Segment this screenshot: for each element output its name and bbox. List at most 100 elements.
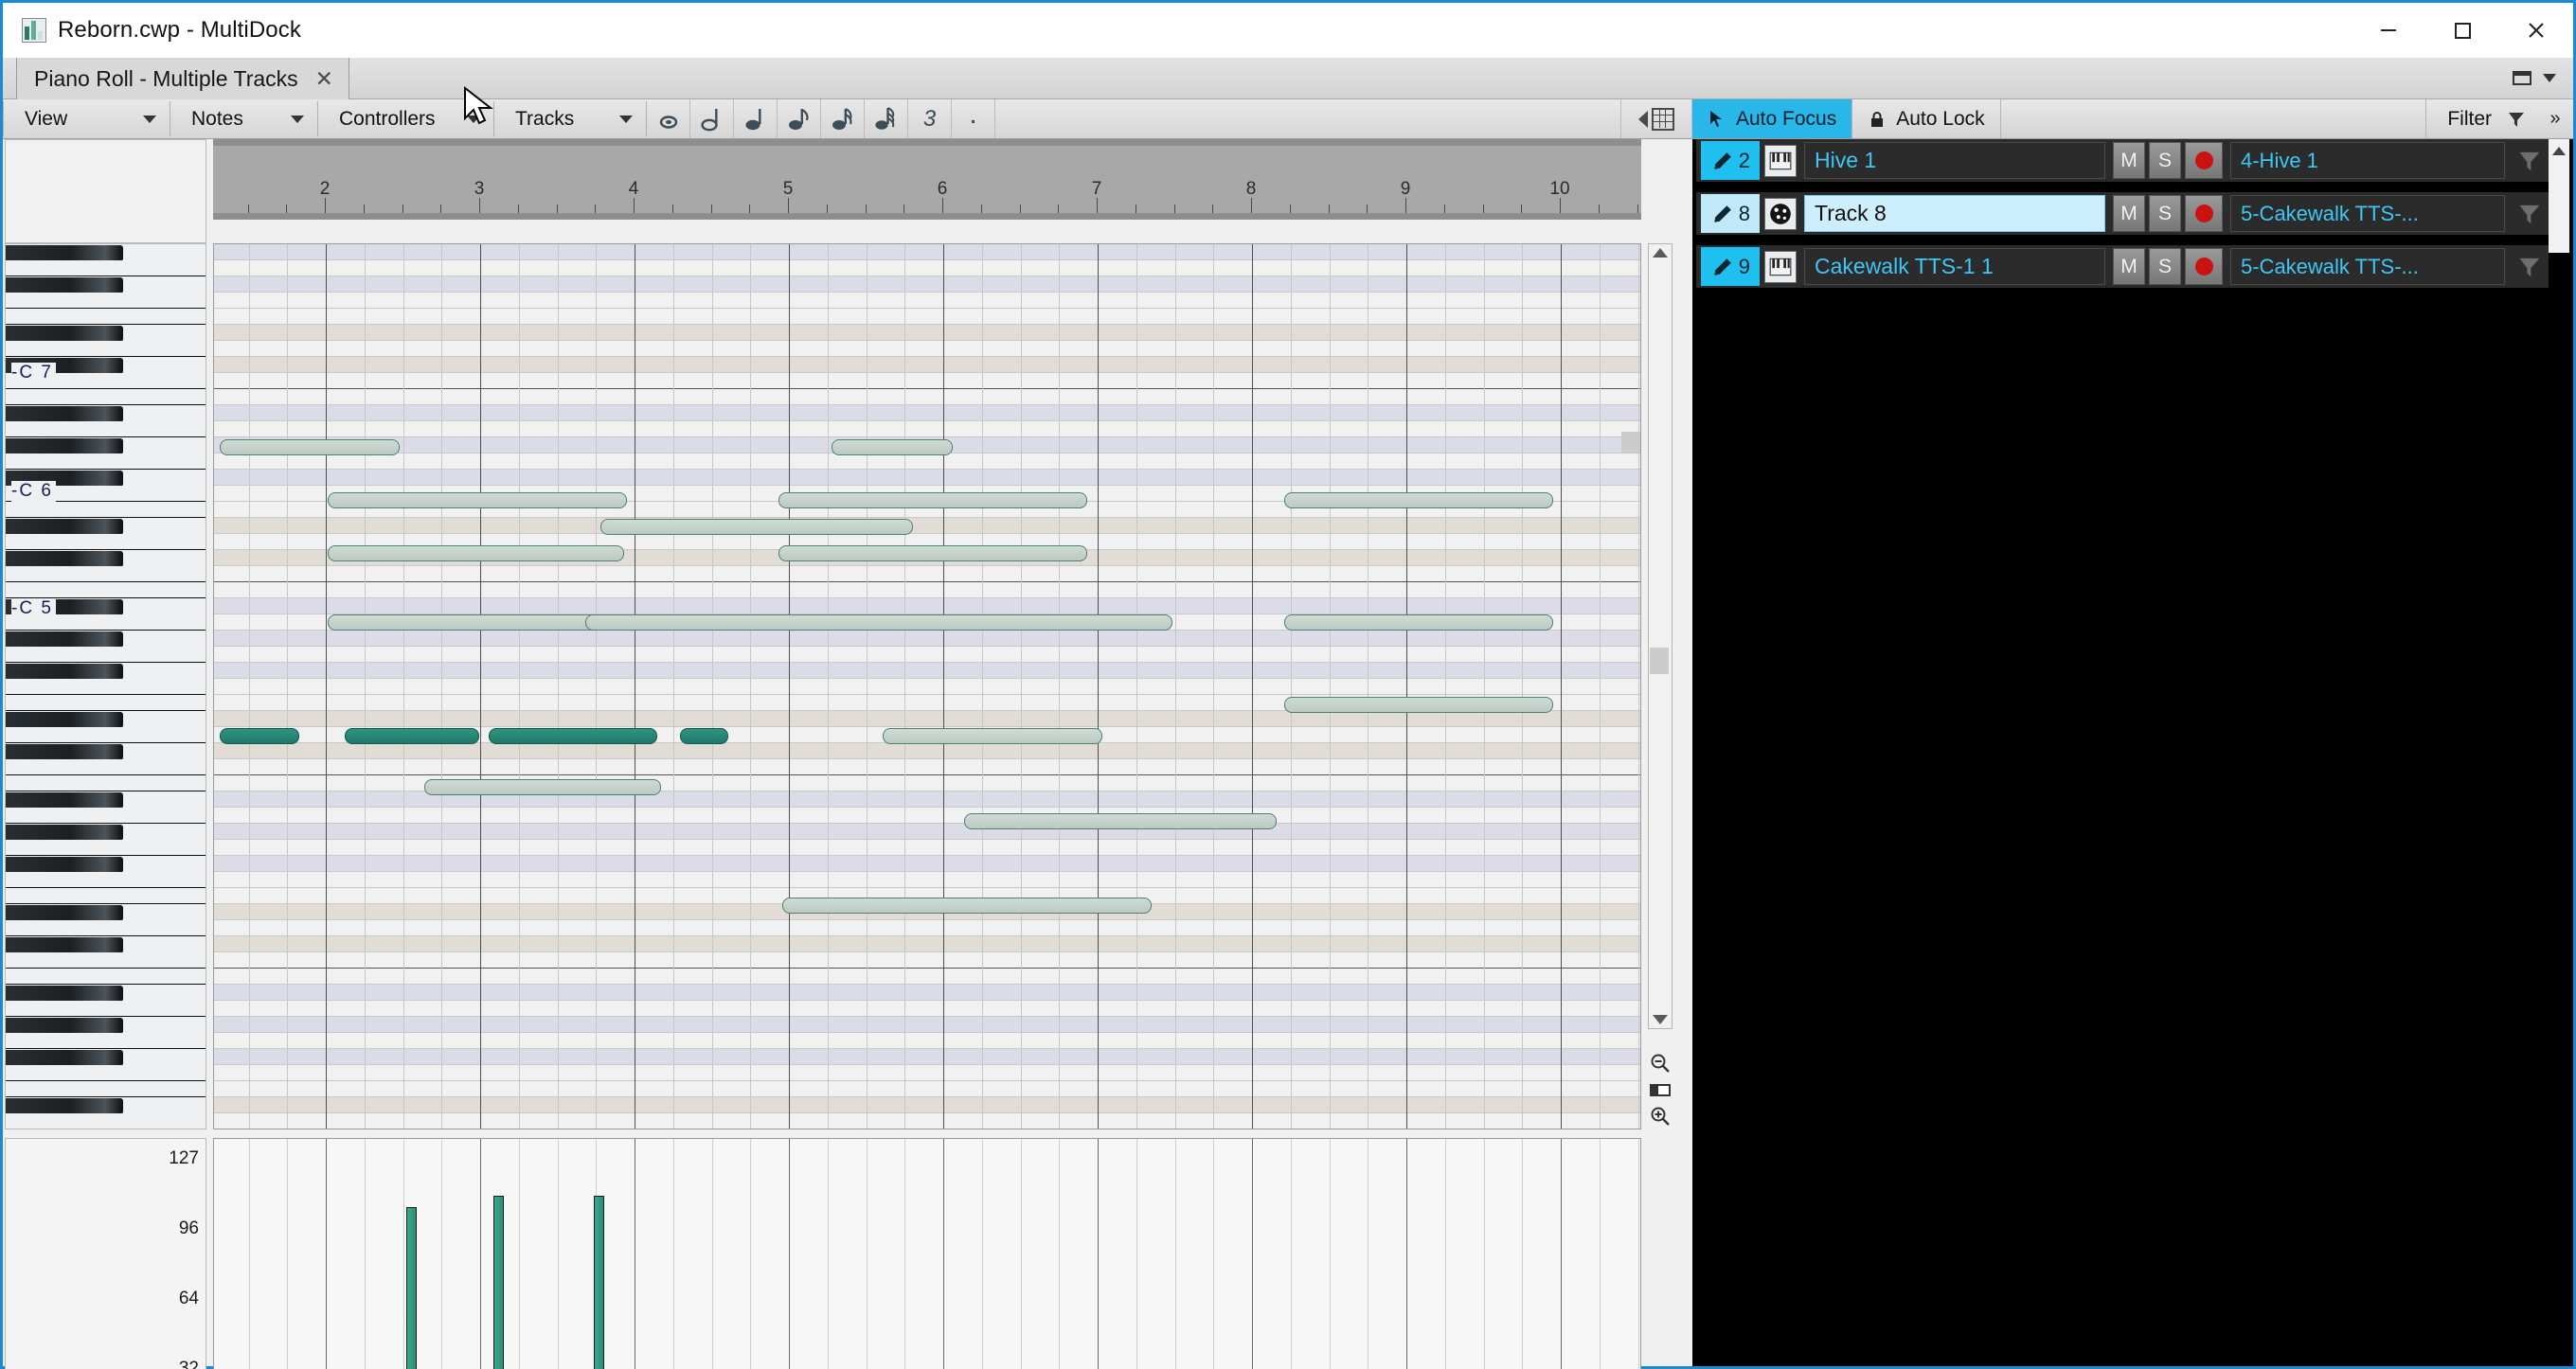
track-row[interactable]: 9 Cakewalk TTS-1 1 M S 5-Cakewalk TTS-...: [1696, 245, 2549, 290]
piano-black-key[interactable]: [6, 825, 123, 841]
whole-note-button[interactable]: [647, 99, 690, 138]
record-arm-button[interactable]: [2185, 142, 2223, 179]
midi-note[interactable]: [220, 439, 400, 455]
piano-white-key[interactable]: [6, 534, 206, 550]
chevron-down-icon[interactable]: [2543, 74, 2556, 82]
piano-white-key[interactable]: [6, 389, 206, 405]
keyboard-icon[interactable]: [1764, 144, 1797, 177]
midi-note[interactable]: [1284, 697, 1553, 713]
vertical-scrollbar[interactable]: [1648, 243, 1673, 1029]
view-menu[interactable]: View: [4, 99, 170, 138]
track-output-field[interactable]: 5-Cakewalk TTS-...: [2230, 195, 2505, 232]
piano-white-key[interactable]: [6, 1033, 206, 1049]
midi-note[interactable]: [1284, 492, 1553, 508]
half-note-button[interactable]: [690, 99, 734, 138]
scroll-down-icon[interactable]: [1653, 1015, 1668, 1024]
piano-white-key[interactable]: [6, 293, 206, 309]
zoom-in-vertical-button[interactable]: [1648, 1103, 1673, 1129]
piano-black-key[interactable]: [6, 792, 123, 809]
track-filter-icon[interactable]: [2511, 248, 2549, 285]
track-name-field[interactable]: Track 8: [1804, 195, 2105, 232]
track-number[interactable]: 8: [1701, 194, 1760, 233]
zoom-out-vertical-button[interactable]: [1648, 1050, 1673, 1076]
midi-note[interactable]: [778, 492, 1087, 508]
controllers-menu[interactable]: Controllers: [318, 99, 493, 138]
sixteenth-note-button[interactable]: [821, 99, 865, 138]
midi-note[interactable]: [964, 813, 1277, 829]
piano-white-key[interactable]: [6, 309, 206, 325]
midi-note[interactable]: [600, 519, 913, 535]
funnel-icon[interactable]: [2507, 110, 2526, 129]
midi-note[interactable]: [680, 728, 728, 744]
piano-black-key[interactable]: [6, 1018, 123, 1034]
piano-black-key[interactable]: [6, 551, 123, 567]
piano-black-key[interactable]: [6, 744, 123, 760]
snap-to-grid-button[interactable]: [1620, 99, 1692, 138]
tab-close-icon[interactable]: ✕: [315, 66, 333, 92]
track-row[interactable]: 8 Track 8 M S 5-Cakewalk TTS-...: [1696, 192, 2549, 237]
piano-black-key[interactable]: [6, 664, 123, 680]
piano-black-key[interactable]: [6, 937, 123, 953]
piano-white-key[interactable]: [6, 1001, 206, 1017]
track-name-field[interactable]: Cakewalk TTS-1 1: [1804, 248, 2105, 285]
piano-black-key[interactable]: [6, 326, 123, 342]
piano-white-key[interactable]: [6, 679, 206, 695]
piano-white-key[interactable]: [6, 341, 206, 357]
piano-white-key[interactable]: [6, 453, 206, 470]
tab-piano-roll[interactable]: Piano Roll - Multiple Tracks ✕: [16, 58, 349, 99]
piano-white-key[interactable]: [6, 840, 206, 856]
track-filter-icon[interactable]: [2511, 142, 2549, 179]
piano-white-key[interactable]: [6, 421, 206, 437]
tracks-menu[interactable]: Tracks: [494, 99, 646, 138]
solo-button[interactable]: S: [2149, 195, 2181, 232]
piano-white-key[interactable]: [6, 808, 206, 824]
piano-white-key[interactable]: [6, 775, 206, 791]
piano-black-key[interactable]: [6, 245, 123, 261]
piano-black-key[interactable]: [6, 277, 123, 293]
piano-white-key[interactable]: [6, 260, 206, 276]
piano-white-key[interactable]: [6, 582, 206, 598]
piano-black-key[interactable]: [6, 1050, 123, 1066]
record-arm-button[interactable]: [2185, 195, 2223, 232]
piano-black-key[interactable]: [6, 519, 123, 535]
mute-button[interactable]: M: [2113, 142, 2145, 179]
midi-note[interactable]: [489, 728, 657, 744]
piano-white-key[interactable]: [6, 969, 206, 985]
record-arm-button[interactable]: [2185, 248, 2223, 285]
keyboard-icon[interactable]: [1764, 250, 1797, 283]
piano-white-key[interactable]: [6, 695, 206, 711]
velocity-bar[interactable]: [594, 1196, 604, 1369]
grid-resize-handle[interactable]: [1621, 432, 1640, 453]
solo-button[interactable]: S: [2149, 248, 2181, 285]
time-ruler[interactable]: 2 3 4 5 6 7 8 9 10: [213, 139, 1641, 213]
more-options-icon[interactable]: »: [2537, 99, 2573, 138]
piano-white-key[interactable]: [6, 1113, 206, 1129]
solo-button[interactable]: S: [2149, 142, 2181, 179]
track-output-field[interactable]: 5-Cakewalk TTS-...: [2230, 248, 2505, 285]
restore-icon[interactable]: [2513, 71, 2531, 85]
midi-note[interactable]: [585, 614, 1172, 631]
vertical-scrollbar-thumb[interactable]: [1650, 648, 1669, 674]
dotted-button[interactable]: .: [952, 99, 995, 138]
track-filter-icon[interactable]: [2511, 195, 2549, 232]
pencil-icon[interactable]: [1712, 257, 1733, 277]
mute-button[interactable]: M: [2113, 248, 2145, 285]
track-output-field[interactable]: 4-Hive 1: [2230, 142, 2505, 179]
auto-lock-button[interactable]: Auto Lock: [1852, 99, 2001, 138]
piano-keyboard[interactable]: -C 7 -C 6 -C 5: [5, 243, 206, 1129]
midi-note[interactable]: [778, 545, 1087, 561]
piano-white-key[interactable]: [6, 1081, 206, 1097]
filter-control[interactable]: Filter: [2426, 99, 2537, 138]
note-grid[interactable]: [213, 243, 1641, 1129]
piano-white-key[interactable]: [6, 502, 206, 518]
piano-black-key[interactable]: [6, 712, 123, 728]
piano-black-key[interactable]: [6, 905, 123, 921]
piano-white-key[interactable]: [6, 952, 206, 969]
pencil-icon[interactable]: [1712, 204, 1733, 224]
midi-note[interactable]: [883, 728, 1102, 744]
pencil-icon[interactable]: [1712, 151, 1733, 171]
drum-icon[interactable]: [1764, 197, 1797, 230]
midi-note[interactable]: [832, 439, 953, 455]
zoom-level-vertical[interactable]: [1648, 1076, 1673, 1103]
midi-note[interactable]: [220, 728, 299, 744]
